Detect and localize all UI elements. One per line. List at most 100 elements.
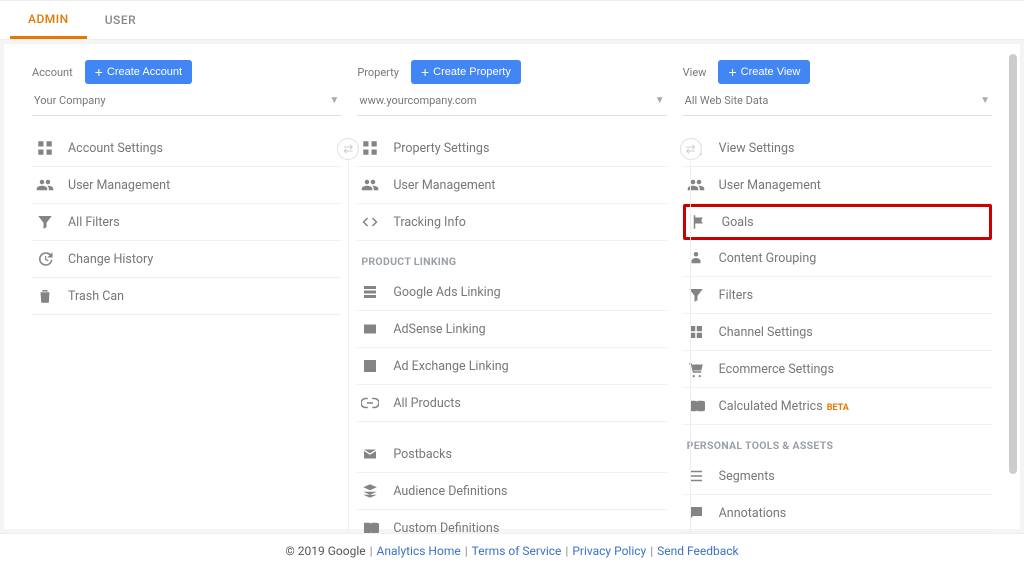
nav-item-label: Segments [719, 469, 988, 484]
nav-item-label: Channel Settings [719, 325, 988, 340]
account-selector[interactable]: Your Company ▼ [32, 88, 341, 116]
property-label: Property [357, 66, 399, 79]
nav-item-user-management[interactable]: User Management [32, 167, 341, 204]
history-icon [36, 250, 54, 268]
nav-item-label: Audience Definitions [393, 484, 662, 499]
people-icon [36, 176, 54, 194]
link-icon [361, 394, 379, 412]
create-property-button[interactable]: +Create Property [411, 60, 521, 84]
nav-item-google-ads-linking[interactable]: Google Ads Linking [357, 274, 666, 311]
scrollbar[interactable] [1009, 54, 1017, 474]
nav-item-user-management[interactable]: User Management [683, 167, 992, 204]
settings-square-icon [361, 139, 379, 157]
nav-item-channel-settings[interactable]: Channel Settings [683, 314, 992, 351]
caret-down-icon: ▼ [329, 95, 339, 106]
nav-item-all-products[interactable]: All Products [357, 385, 666, 422]
nav-item-label: All Filters [68, 215, 337, 230]
view-selector[interactable]: All Web Site Data ▼ [683, 88, 992, 116]
caret-down-icon: ▼ [655, 95, 665, 106]
nav-item-label: Goals [722, 215, 985, 230]
postback-icon [361, 445, 379, 463]
flag-icon [690, 213, 708, 231]
create-view-button[interactable]: +Create View [718, 60, 810, 84]
connector-property-view[interactable]: ⇄ [680, 138, 702, 160]
nav-item-segments[interactable]: Segments [683, 458, 992, 495]
dd-icon [361, 519, 379, 533]
nav-item-label: Tracking Info [393, 215, 662, 230]
nav-item-label: Annotations [719, 506, 988, 521]
create-account-button[interactable]: +Create Account [85, 60, 192, 84]
nav-item-label: Trash Can [68, 289, 337, 304]
link-analytics-home[interactable]: Analytics Home [377, 544, 461, 558]
account-label: Account [32, 66, 73, 79]
nav-item-account-settings[interactable]: Account Settings [32, 130, 341, 167]
beta-badge: BETA [827, 403, 849, 413]
exchange-icon [361, 357, 379, 375]
nav-item-postbacks[interactable]: Postbacks [357, 436, 666, 473]
nav-item-label: Change History [68, 252, 337, 267]
copyright: © 2019 Google [285, 544, 365, 558]
plus-icon: + [728, 65, 736, 79]
nav-item-goals[interactable]: Goals [683, 204, 992, 240]
nav-item-label: Postbacks [393, 447, 662, 462]
product-linking-label: PRODUCT LINKING [357, 241, 666, 274]
nav-item-user-management[interactable]: User Management [357, 167, 666, 204]
nav-item-label: User Management [393, 178, 662, 193]
nav-item-property-settings[interactable]: Property Settings [357, 130, 666, 167]
footer: © 2019 Google | Analytics Home | Terms o… [0, 533, 1024, 567]
nav-item-label: All Products [393, 396, 662, 411]
nav-item-attribution-models[interactable]: Attribution Models [683, 532, 992, 533]
code-icon [361, 213, 379, 231]
audience-icon [361, 482, 379, 500]
trash-icon [36, 287, 54, 305]
nav-item-change-history[interactable]: Change History [32, 241, 341, 278]
plus-icon: + [421, 65, 429, 79]
caret-down-icon: ▼ [980, 95, 990, 106]
ads-icon [361, 283, 379, 301]
nav-item-view-settings[interactable]: View Settings [683, 130, 992, 167]
nav-item-label: Calculated MetricsBETA [719, 399, 988, 414]
admin-tabs: ADMIN USER [0, 0, 1024, 40]
nav-item-ad-exchange-linking[interactable]: Ad Exchange Linking [357, 348, 666, 385]
link-send-feedback[interactable]: Send Feedback [657, 544, 739, 558]
settings-square-icon [36, 139, 54, 157]
funnel-icon [36, 213, 54, 231]
nav-item-label: AdSense Linking [393, 322, 662, 337]
nav-item-label: View Settings [719, 141, 988, 156]
nav-item-adsense-linking[interactable]: AdSense Linking [357, 311, 666, 348]
nav-item-label: Property Settings [393, 141, 662, 156]
nav-item-audience-definitions[interactable]: Audience Definitions [357, 473, 666, 510]
people-icon [361, 176, 379, 194]
nav-item-all-filters[interactable]: All Filters [32, 204, 341, 241]
nav-item-calculated-metrics[interactable]: Calculated MetricsBETA [683, 388, 992, 425]
column-view: View +Create View All Web Site Data ▼ Vi… [675, 60, 1000, 529]
nav-item-label: Google Ads Linking [393, 285, 662, 300]
nav-item-label: User Management [719, 178, 988, 193]
nav-item-label: Filters [719, 288, 988, 303]
personal-tools-label: PERSONAL TOOLS & ASSETS [683, 425, 992, 458]
plus-icon: + [95, 65, 103, 79]
nav-item-label: User Management [68, 178, 337, 193]
tab-user[interactable]: USER [87, 1, 154, 39]
adsense-icon [361, 320, 379, 338]
nav-item-annotations[interactable]: Annotations [683, 495, 992, 532]
link-privacy-policy[interactable]: Privacy Policy [572, 544, 646, 558]
nav-item-label: Ecommerce Settings [719, 362, 988, 377]
property-selector[interactable]: www.yourcompany.com ▼ [357, 88, 666, 116]
nav-item-label: Account Settings [68, 141, 337, 156]
tab-admin[interactable]: ADMIN [10, 1, 87, 39]
nav-item-content-grouping[interactable]: Content Grouping [683, 240, 992, 277]
column-property: Property +Create Property www.yourcompan… [349, 60, 674, 529]
view-label: View [683, 66, 707, 79]
nav-item-custom-definitions[interactable]: Custom Definitions [357, 510, 666, 533]
nav-item-tracking-info[interactable]: Tracking Info [357, 204, 666, 241]
nav-item-trash-can[interactable]: Trash Can [32, 278, 341, 315]
nav-item-ecommerce-settings[interactable]: Ecommerce Settings [683, 351, 992, 388]
nav-item-filters[interactable]: Filters [683, 277, 992, 314]
connector-account-property[interactable]: ⇄ [337, 138, 359, 160]
admin-board: ⇄ ⇄ Account +Create Account Your Company… [4, 44, 1020, 529]
link-terms-of-service[interactable]: Terms of Service [472, 544, 562, 558]
nav-item-label: Custom Definitions [393, 521, 662, 534]
nav-item-label: Ad Exchange Linking [393, 359, 662, 374]
nav-item-label: Content Grouping [719, 251, 988, 266]
